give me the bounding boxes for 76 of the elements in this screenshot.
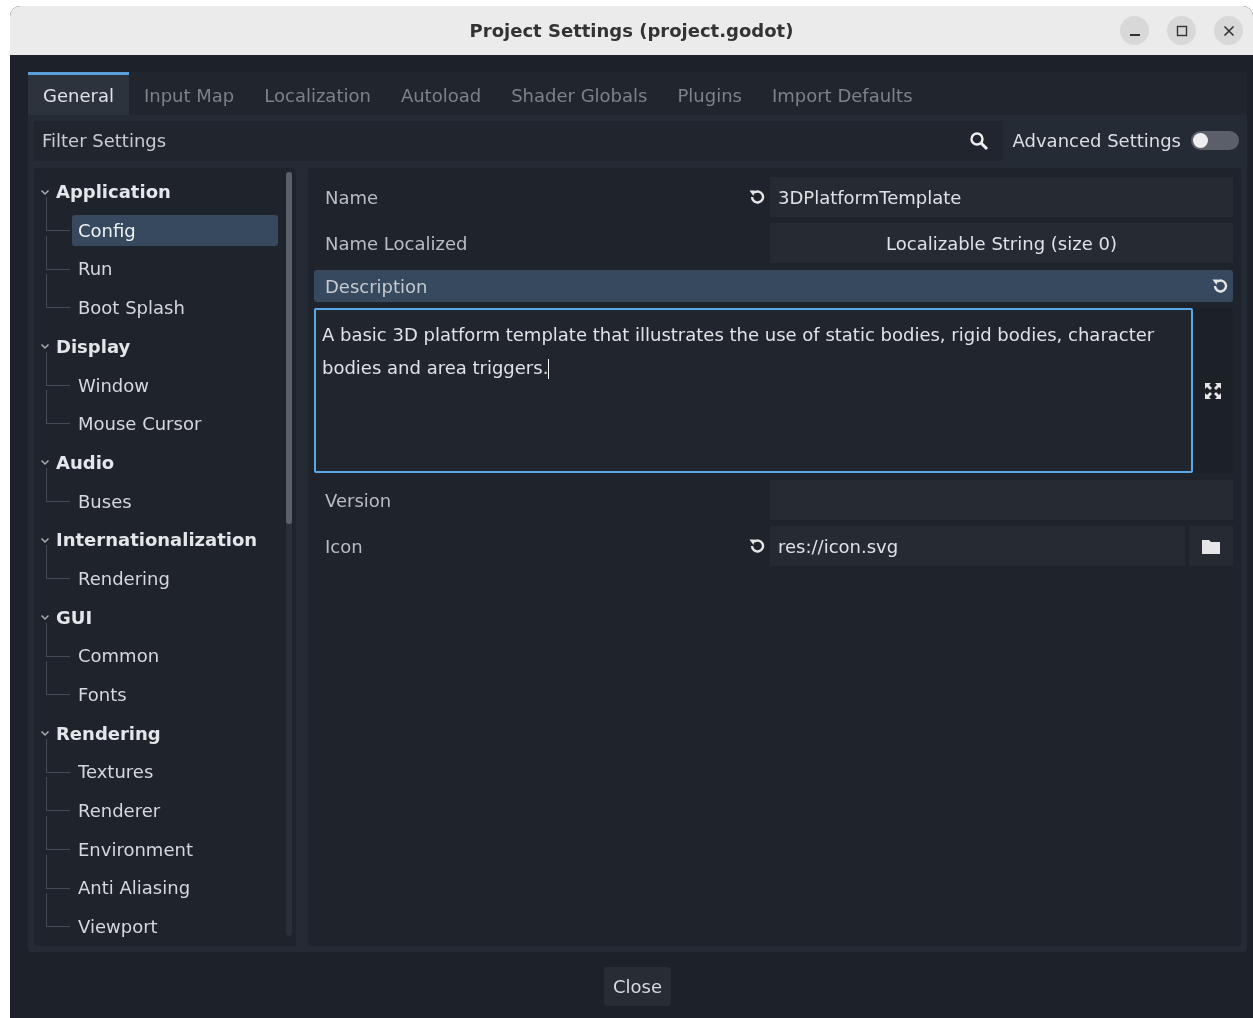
tab[interactable]: Plugins bbox=[662, 72, 757, 116]
tab[interactable]: General bbox=[28, 72, 129, 116]
tree-item[interactable]: Config bbox=[72, 214, 278, 246]
tree-item[interactable]: Boot Splash bbox=[72, 292, 278, 324]
tree-line bbox=[46, 467, 70, 502]
tab[interactable]: Input Map bbox=[128, 72, 250, 116]
chevron-down-icon[interactable] bbox=[40, 457, 50, 468]
search-icon[interactable] bbox=[968, 130, 989, 151]
close-button[interactable] bbox=[1214, 16, 1243, 45]
tree-line bbox=[46, 893, 70, 928]
scrollbar[interactable] bbox=[286, 172, 292, 937]
tree-line bbox=[46, 274, 70, 309]
tree-line bbox=[46, 235, 70, 270]
tree-group[interactable]: Display bbox=[56, 332, 131, 360]
tree-line bbox=[46, 854, 70, 889]
property-row[interactable]: Name Localized Localizable String (size 0) bbox=[314, 220, 1233, 267]
tree-line bbox=[46, 545, 70, 580]
tree-group[interactable]: Internationalization bbox=[56, 526, 258, 554]
window-title: Project Settings (project.godot) bbox=[469, 19, 794, 43]
close-dialog-button[interactable]: Close bbox=[603, 967, 671, 1006]
localizable-string-button[interactable]: Localizable String (size 0) bbox=[770, 223, 1233, 264]
tree-item[interactable]: Fonts bbox=[72, 679, 278, 711]
revert-icon[interactable] bbox=[748, 537, 766, 556]
property-label: Icon bbox=[324, 534, 364, 559]
property-row[interactable]: Version bbox=[314, 477, 1233, 524]
property-label: Name bbox=[324, 185, 380, 210]
tree-item[interactable]: Renderer bbox=[72, 795, 278, 827]
folder-icon bbox=[1201, 537, 1221, 556]
browse-button[interactable] bbox=[1189, 526, 1233, 567]
tree-item[interactable]: Buses bbox=[72, 485, 278, 517]
expand-button[interactable] bbox=[1203, 380, 1223, 401]
tree-line bbox=[46, 661, 70, 696]
property-row[interactable]: Icon res://icon.svg bbox=[314, 523, 1233, 570]
tree-group[interactable]: GUI bbox=[56, 603, 93, 631]
property-label: Version bbox=[324, 488, 393, 513]
close-icon bbox=[1222, 24, 1235, 37]
tree-group[interactable]: Rendering bbox=[56, 719, 161, 747]
tree-line bbox=[46, 622, 70, 657]
tab[interactable]: Autoload bbox=[385, 72, 497, 116]
tree-item[interactable]: Environment bbox=[72, 833, 278, 865]
revert-icon[interactable] bbox=[748, 188, 766, 207]
tree-item[interactable]: Anti Aliasing bbox=[72, 872, 278, 904]
chevron-down-icon[interactable] bbox=[40, 612, 50, 623]
advanced-toggle[interactable] bbox=[1191, 131, 1239, 151]
property-label: Name Localized bbox=[324, 231, 469, 256]
tree-item[interactable]: Textures bbox=[72, 756, 278, 788]
filter-field[interactable]: Filter Settings bbox=[34, 120, 1003, 161]
path-field[interactable]: res://icon.svg bbox=[770, 526, 1185, 567]
chevron-down-icon[interactable] bbox=[40, 728, 50, 739]
tree-line bbox=[46, 390, 70, 425]
maximize-button[interactable] bbox=[1167, 16, 1196, 45]
tree-line bbox=[46, 815, 70, 850]
tree-item[interactable]: Rendering bbox=[72, 562, 278, 594]
toggle-label: Advanced Settings bbox=[1012, 129, 1181, 154]
maximize-icon bbox=[1175, 24, 1188, 37]
tree-line bbox=[46, 777, 70, 812]
expand-icon bbox=[1203, 380, 1223, 401]
tree-item[interactable]: Window bbox=[72, 369, 278, 401]
tab[interactable]: Shader Globals bbox=[496, 72, 663, 116]
text-cursor bbox=[548, 359, 550, 380]
tree-item[interactable]: Run bbox=[72, 253, 278, 285]
revert-icon[interactable] bbox=[1211, 277, 1229, 296]
tree-item[interactable]: Common bbox=[72, 640, 278, 672]
tab[interactable]: Import Defaults bbox=[756, 72, 928, 116]
tree-group[interactable]: Application bbox=[56, 178, 171, 206]
description-field[interactable]: A basic 3D platform template that illustrates the use of static bodies, rigid bodies, character bodies and area triggers. bbox=[314, 308, 1193, 474]
property-label: Description bbox=[325, 274, 428, 299]
tab[interactable]: Localization bbox=[249, 72, 386, 116]
minimize-icon bbox=[1129, 33, 1140, 36]
tree-item[interactable]: Viewport bbox=[72, 911, 278, 943]
property-row[interactable]: Name 3DPlatformTemplate bbox=[314, 174, 1233, 221]
minimize-button[interactable] bbox=[1120, 16, 1149, 45]
text-field[interactable]: 3DPlatformTemplate bbox=[770, 177, 1233, 218]
tree-group[interactable]: Audio bbox=[56, 448, 115, 476]
chevron-down-icon[interactable] bbox=[40, 341, 50, 352]
tree-item[interactable]: Mouse Cursor bbox=[72, 408, 278, 440]
